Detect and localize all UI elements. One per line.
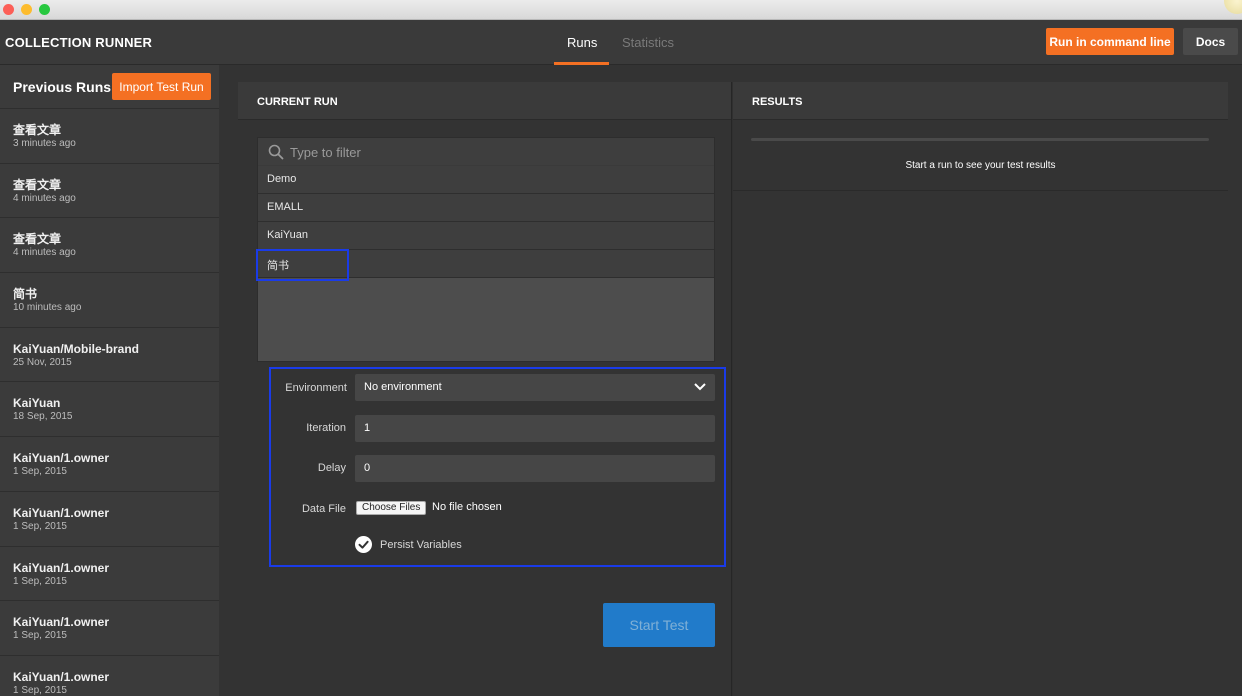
persist-variables-label: Persist Variables (380, 539, 462, 551)
corner-decoration (1224, 0, 1242, 14)
run-name: KaiYuan/1.owner (13, 560, 110, 575)
iteration-label: Iteration (306, 422, 346, 434)
run-name: 查看文章 (13, 232, 62, 247)
app-title: COLLECTION RUNNER (5, 35, 153, 50)
previous-run-item[interactable]: 简书 10 minutes ago (0, 273, 219, 328)
previous-run-item[interactable]: KaiYuan/Mobile-brand 25 Nov, 2015 (0, 328, 219, 383)
tab-runs[interactable]: Runs (567, 35, 597, 50)
previous-run-item[interactable]: KaiYuan/1.owner 1 Sep, 2015 (0, 656, 219, 696)
results-empty-message: Start a run to see your test results (905, 160, 1056, 171)
start-test-button[interactable]: Start Test (603, 603, 715, 647)
run-name: KaiYuan/1.owner (13, 615, 110, 630)
current-run-title: CURRENT RUN (238, 82, 731, 120)
run-timestamp: 1 Sep, 2015 (13, 466, 67, 478)
close-window-button[interactable] (3, 4, 14, 15)
run-timestamp: 10 minutes ago (13, 302, 82, 314)
sidebar-header: Previous Runs Import Test Run (0, 65, 219, 109)
previous-runs-sidebar: Previous Runs Import Test Run 查看文章 3 minu… (0, 65, 219, 696)
run-list: 查看文章 3 minutes ago 查看文章 4 minutes ago 查看文章 4 … (0, 109, 219, 696)
previous-run-item[interactable]: KaiYuan/1.owner 1 Sep, 2015 (0, 547, 219, 602)
main-content: CURRENT RUN Demo EMALL KaiYuan 简书 Enviro… (238, 82, 1228, 696)
collection-item-jianshu[interactable]: 简书 (256, 249, 714, 281)
iteration-input[interactable]: 1 (355, 415, 715, 442)
tab-statistics[interactable]: Statistics (622, 35, 674, 50)
environment-label: Environment (285, 382, 347, 394)
filter-bar (258, 138, 714, 166)
choose-files-button[interactable]: Choose Files (356, 501, 427, 515)
run-timestamp: 1 Sep, 2015 (13, 630, 67, 642)
run-timestamp: 1 Sep, 2015 (13, 684, 67, 696)
app-header: COLLECTION RUNNER Runs Statistics Run in… (0, 20, 1242, 65)
selection-highlight-box (256, 249, 349, 281)
checkmark-icon (358, 540, 369, 549)
data-file-label: Data File (301, 503, 346, 515)
run-name: KaiYuan/1.owner (13, 451, 110, 466)
results-progress-bar (751, 138, 1209, 141)
run-timestamp: 4 minutes ago (13, 192, 76, 204)
current-run-panel: CURRENT RUN Demo EMALL KaiYuan 简书 Enviro… (238, 82, 732, 696)
minimize-window-button[interactable] (21, 4, 32, 15)
active-tab-indicator (554, 62, 609, 65)
run-name: KaiYuan (13, 396, 61, 411)
window-titlebar (0, 0, 1242, 20)
run-name: 查看文章 (13, 177, 62, 192)
run-timestamp: 3 minutes ago (13, 138, 76, 149)
collection-item-demo[interactable]: Demo (258, 166, 714, 194)
sidebar-title: Previous Runs (13, 79, 112, 95)
collection-list: Demo EMALL KaiYuan 简书 (256, 137, 715, 362)
results-title: RESULTS (733, 82, 1228, 120)
search-icon (268, 144, 284, 160)
filter-input[interactable] (290, 138, 690, 166)
results-panel: RESULTS Start a run to see your test res… (733, 82, 1228, 696)
run-in-command-line-button[interactable]: Run in command line (1046, 28, 1174, 55)
delay-input[interactable]: 0 (355, 455, 715, 482)
environment-value: No environment (364, 381, 442, 393)
import-test-run-button[interactable]: Import Test Run (112, 73, 211, 100)
delay-label: Delay (317, 462, 346, 474)
previous-run-item[interactable]: KaiYuan/1.owner 1 Sep, 2015 (0, 437, 219, 492)
run-timestamp: 25 Nov, 2015 (13, 356, 72, 368)
run-timestamp: 1 Sep, 2015 (13, 520, 67, 532)
previous-run-item[interactable]: KaiYuan 18 Sep, 2015 (0, 382, 219, 438)
chevron-down-icon (694, 383, 706, 391)
collection-item-kaiyuan[interactable]: KaiYuan (258, 222, 714, 250)
run-name: KaiYuan/Mobile-brand (13, 341, 140, 356)
previous-run-item[interactable]: 查看文章 4 minutes ago (0, 218, 219, 274)
persist-variables-checkbox[interactable] (355, 536, 372, 553)
previous-run-item[interactable]: KaiYuan/1.owner 1 Sep, 2015 (0, 601, 219, 656)
results-divider (733, 190, 1228, 191)
environment-select[interactable]: No environment (355, 374, 715, 401)
previous-run-item[interactable]: KaiYuan/1.owner 1 Sep, 2015 (0, 492, 219, 547)
run-name: 查看文章 (13, 123, 62, 137)
previous-run-item[interactable]: 查看文章 3 minutes ago (0, 109, 219, 164)
run-name: KaiYuan/1.owner (13, 505, 110, 520)
run-name: 简书 (13, 287, 38, 302)
file-status-text: No file chosen (432, 501, 502, 513)
collection-item-emall[interactable]: EMALL (258, 194, 714, 222)
run-timestamp: 18 Sep, 2015 (13, 411, 73, 423)
docs-button[interactable]: Docs (1183, 28, 1238, 55)
maximize-window-button[interactable] (39, 4, 50, 15)
run-name: KaiYuan/1.owner (13, 669, 110, 684)
previous-run-item[interactable]: 查看文章 4 minutes ago (0, 164, 219, 219)
run-timestamp: 1 Sep, 2015 (13, 575, 67, 587)
run-timestamp: 4 minutes ago (13, 247, 76, 259)
